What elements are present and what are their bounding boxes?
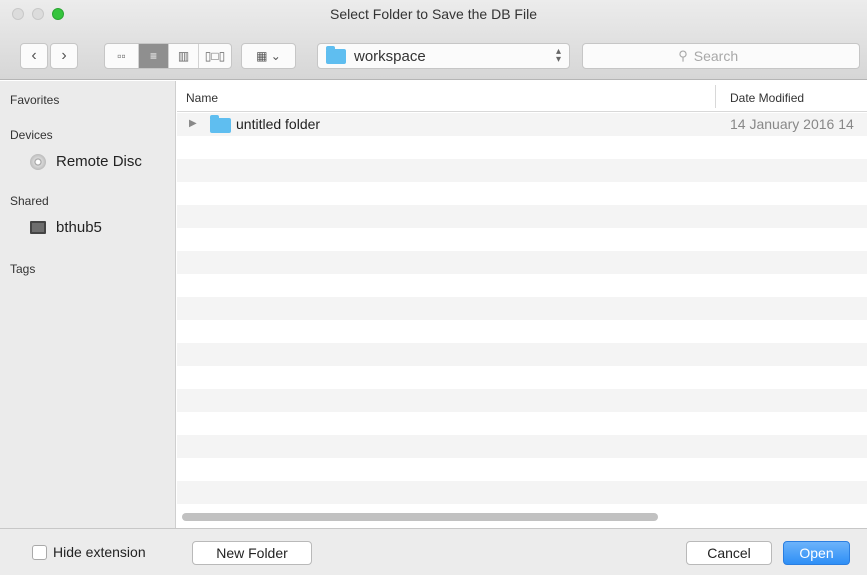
empty-row (177, 136, 867, 159)
column-header-date-modified[interactable]: Date Modified (730, 91, 804, 105)
path-popup[interactable]: workspace ▴ ▾ (317, 43, 570, 69)
forward-button[interactable]: › (50, 43, 78, 69)
empty-row (177, 274, 867, 297)
sidebar: Favorites Devices Remote Disc Shared bth… (0, 81, 176, 528)
sidebar-heading-shared: Shared (10, 194, 49, 208)
chevron-left-icon: ‹ (31, 47, 37, 64)
list-view-button[interactable]: ≡ (139, 44, 169, 68)
empty-row (177, 251, 867, 274)
folder-icon (326, 45, 346, 64)
empty-row (177, 366, 867, 389)
chevron-right-icon: › (61, 47, 67, 64)
new-folder-button[interactable]: New Folder (192, 541, 312, 565)
table-row[interactable]: ▶ untitled folder 14 January 2016 14 (177, 113, 867, 136)
search-icon: ⚲ (678, 48, 688, 63)
view-mode-control: ▫▫ ≡ ▥ ▯□▯ (104, 43, 232, 69)
columns-icon: ▥ (177, 49, 190, 63)
empty-row (177, 205, 867, 228)
hide-extension-checkbox[interactable] (32, 545, 47, 560)
sidebar-item-label: Remote Disc (56, 153, 142, 170)
file-name: untitled folder (236, 116, 321, 132)
file-date-modified: 14 January 2016 14 (730, 116, 854, 132)
disc-icon (30, 153, 46, 170)
empty-row (177, 320, 867, 343)
horizontal-scrollbar[interactable] (182, 513, 658, 521)
empty-row (177, 389, 867, 412)
back-button[interactable]: ‹ (20, 43, 48, 69)
cancel-button[interactable]: Cancel (686, 541, 772, 565)
open-button[interactable]: Open (783, 541, 850, 565)
computer-icon (30, 221, 46, 234)
grid-icon: ▫▫ (117, 49, 126, 63)
coverflow-view-button[interactable]: ▯□▯ (199, 44, 231, 68)
column-divider[interactable] (715, 85, 716, 108)
empty-row (177, 343, 867, 366)
sidebar-item-label: bthub5 (56, 219, 102, 236)
search-input[interactable] (693, 48, 764, 64)
hide-extension-label[interactable]: Hide extension (53, 544, 146, 560)
arrange-button[interactable]: ▦ ⌄ (241, 43, 296, 69)
column-header: Name Date Modified (177, 81, 867, 112)
empty-row (177, 481, 867, 504)
column-view-button[interactable]: ▥ (169, 44, 199, 68)
sidebar-heading-tags: Tags (10, 262, 36, 276)
search-field[interactable]: ⚲ (582, 43, 860, 69)
empty-row (177, 182, 867, 205)
empty-row (177, 228, 867, 251)
file-rows: ▶ untitled folder 14 January 2016 14 (177, 113, 867, 504)
icon-view-button[interactable]: ▫▫ (105, 44, 139, 68)
list-icon: ≡ (149, 49, 157, 63)
sidebar-heading-devices: Devices (10, 128, 53, 142)
empty-row (177, 458, 867, 481)
updown-arrows-icon: ▴ ▾ (555, 46, 561, 65)
path-popup-label: workspace (354, 47, 426, 65)
empty-row (177, 412, 867, 435)
empty-row (177, 159, 867, 182)
bottom-bar: Hide extension New Folder Cancel Open (0, 528, 867, 575)
arrange-grid-icon: ▦ ⌄ (256, 49, 281, 63)
file-list: Name Date Modified ▶ untitled folder 14 … (177, 81, 867, 528)
column-header-name[interactable]: Name (186, 91, 218, 105)
disclosure-triangle-icon[interactable]: ▶ (189, 118, 197, 129)
sidebar-item-bthub5[interactable]: bthub5 (30, 219, 102, 236)
sidebar-item-remote-disc[interactable]: Remote Disc (30, 153, 142, 170)
title-toolbar: Select Folder to Save the DB File ‹ › ▫▫… (0, 0, 867, 80)
coverflow-icon: ▯□▯ (204, 49, 226, 63)
empty-row (177, 435, 867, 458)
empty-row (177, 297, 867, 320)
window-title: Select Folder to Save the DB File (330, 6, 537, 22)
sidebar-heading-favorites: Favorites (10, 93, 60, 107)
folder-icon (210, 115, 231, 133)
